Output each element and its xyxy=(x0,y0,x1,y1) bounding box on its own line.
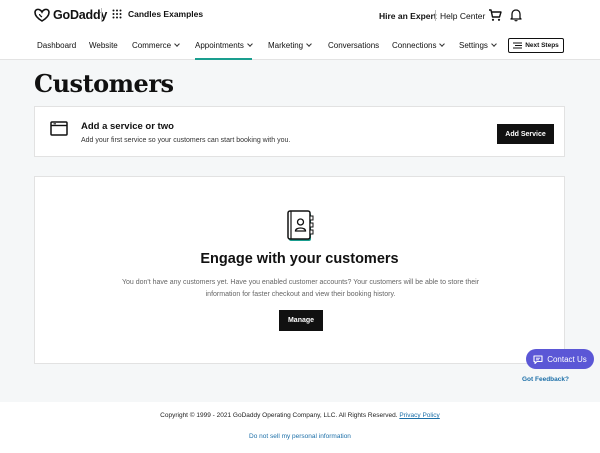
nav-label: Connections xyxy=(392,41,437,50)
cart-icon[interactable] xyxy=(488,8,502,22)
chevron-down-icon xyxy=(174,41,180,47)
add-service-title: Add a service or two xyxy=(81,121,174,132)
feedback-link[interactable]: Got Feedback? xyxy=(522,376,569,383)
main-nav: Dashboard Website Commerce Appointments … xyxy=(0,31,600,60)
contacts-book-icon xyxy=(287,210,314,241)
nav-website[interactable]: Website xyxy=(89,41,118,50)
nav-marketing[interactable]: Marketing xyxy=(268,41,312,50)
bell-icon[interactable] xyxy=(510,8,522,22)
copyright-text: Copyright © 1999 - 2021 GoDaddy Operatin… xyxy=(160,412,398,419)
add-service-button[interactable]: Add Service xyxy=(497,124,554,144)
customers-empty-state: Engage with your customers You don't hav… xyxy=(34,176,565,364)
nav-dashboard[interactable]: Dashboard xyxy=(37,41,76,50)
empty-state-description: You don't have any customers yet. Have y… xyxy=(121,279,480,298)
privacy-policy-link[interactable]: Privacy Policy xyxy=(399,412,439,419)
nav-label: Settings xyxy=(459,41,488,50)
godaddy-logo-icon xyxy=(34,8,50,22)
contact-us-button[interactable]: Contact Us xyxy=(526,349,594,369)
nav-label: Website xyxy=(89,41,118,50)
footer: Copyright © 1999 - 2021 GoDaddy Operatin… xyxy=(0,402,600,453)
nav-conversations[interactable]: Conversations xyxy=(328,41,379,50)
help-center-link[interactable]: Help Center xyxy=(440,11,485,21)
contact-us-label: Contact Us xyxy=(547,354,587,364)
manage-button[interactable]: Manage xyxy=(279,310,323,331)
empty-state-title: Engage with your customers xyxy=(200,251,399,267)
chevron-down-icon xyxy=(439,41,446,47)
nav-label: Commerce xyxy=(132,41,172,50)
nav-commerce[interactable]: Commerce xyxy=(132,41,180,50)
nav-connections[interactable]: Connections xyxy=(392,41,446,50)
chevron-down-icon xyxy=(247,41,253,47)
top-bar: GoDaddy Candles Examples Hire an Expert … xyxy=(0,0,600,31)
godaddy-logo[interactable]: GoDaddy xyxy=(34,8,107,22)
nav-settings[interactable]: Settings xyxy=(459,41,497,50)
add-service-card: Add a service or two Add your first serv… xyxy=(34,106,565,157)
list-icon xyxy=(513,42,523,49)
nav-label: Dashboard xyxy=(37,41,77,50)
chevron-down-icon xyxy=(491,41,497,47)
divider xyxy=(435,10,436,21)
apps-grid-icon xyxy=(112,9,122,19)
copyright-line: Copyright © 1999 - 2021 GoDaddy Operatin… xyxy=(0,412,600,419)
active-tab-indicator xyxy=(195,58,252,60)
nav-label: Conversations xyxy=(328,41,380,50)
nav-appointments[interactable]: Appointments xyxy=(195,41,253,50)
divider xyxy=(101,8,102,22)
add-service-subtitle: Add your first service so your customers… xyxy=(81,137,291,144)
chevron-down-icon xyxy=(306,41,312,47)
nav-label: Appointments xyxy=(195,41,244,50)
hire-expert-link[interactable]: Hire an Expert xyxy=(379,11,437,21)
site-name: Candles Examples xyxy=(128,9,204,19)
next-steps-label: Next Steps xyxy=(525,42,559,49)
do-not-sell-link[interactable]: Do not sell my personal information xyxy=(0,433,600,440)
nav-label: Marketing xyxy=(268,41,304,50)
chat-icon xyxy=(533,354,543,364)
browser-window-icon xyxy=(50,121,68,136)
brand-name: GoDaddy xyxy=(53,8,108,22)
next-steps-button[interactable]: Next Steps xyxy=(508,38,564,53)
page-title: Customers xyxy=(34,69,174,98)
site-switcher[interactable]: Candles Examples xyxy=(112,9,203,19)
